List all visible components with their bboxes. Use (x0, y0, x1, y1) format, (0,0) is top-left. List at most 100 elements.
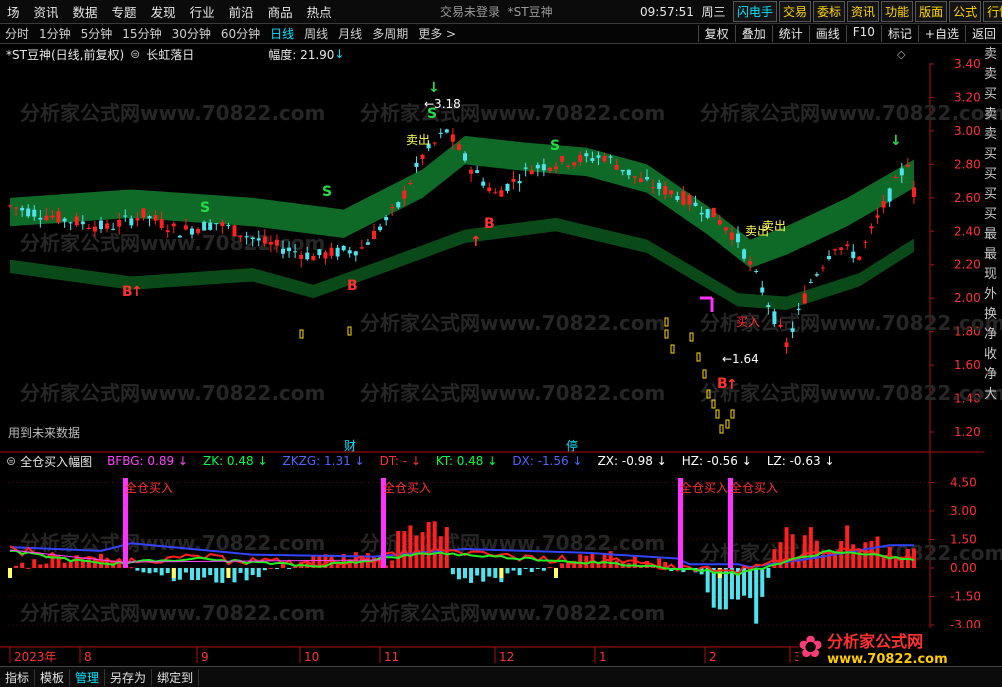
candle-body (456, 144, 461, 150)
sub-histogram-bar (220, 568, 225, 583)
candle-body (14, 207, 19, 209)
candle-body (481, 181, 486, 186)
candle-body (645, 177, 649, 180)
candle-body (499, 190, 504, 197)
tab-manage[interactable]: 管理 (70, 668, 106, 686)
candle-body (396, 202, 401, 208)
sub-histogram-bar (444, 527, 449, 568)
sub-histogram-bar (541, 568, 546, 571)
candle-body (287, 247, 292, 252)
site-logo: ✿ 分析家公式网 www.70822.com (798, 628, 998, 667)
sub-histogram-bar (147, 568, 152, 574)
candle-body (190, 228, 194, 235)
x-tick-label: 10 (304, 650, 319, 664)
sub-value-6: ZX: -0.98 ↓ (597, 454, 667, 468)
x-tick-label: 12 (499, 650, 514, 664)
candle-body (748, 261, 753, 265)
chart-title: *ST豆神(日线,前复权) (6, 47, 125, 62)
yellow-marker (664, 317, 669, 327)
candle-body (772, 311, 777, 325)
y-tick-label: 2.20 (954, 258, 981, 272)
candle-body (220, 222, 225, 227)
sub-histogram-bar (754, 568, 759, 624)
candle-body (863, 241, 868, 243)
sub-yellow-bar (554, 568, 558, 578)
tab-bind[interactable]: 绑定到 (152, 668, 200, 686)
candle-body (905, 164, 910, 167)
bottom-bar: 指标 模板 管理 另存为 绑定到 (0, 666, 1002, 687)
candle-body (869, 226, 874, 229)
candle-body (911, 187, 916, 198)
circle-chevron-icon[interactable]: ⊜ (6, 454, 16, 468)
kline-chart[interactable]: 3.403.203.002.802.602.402.202.001.801.60… (0, 0, 1002, 687)
candle-body (372, 231, 376, 240)
sub-value-0: BFBG: 0.89 ↓ (107, 454, 188, 468)
sell-label: 卖出 (762, 219, 786, 233)
yellow-marker (664, 329, 669, 339)
sub-histogram-bar (493, 568, 498, 578)
sub-histogram-bar (517, 568, 522, 576)
sub-histogram-bar (208, 568, 213, 576)
right-strip-char-15: 收 (984, 347, 998, 362)
candle-body (202, 221, 207, 231)
indicator-name[interactable]: 长虹落日 (146, 46, 194, 63)
candle-body (754, 271, 759, 273)
sub-value-5: DX: -1.56 ↓ (512, 454, 583, 468)
candle-body (353, 251, 358, 256)
y-tick-label: 2.80 (954, 157, 981, 171)
sub-histogram-bar (875, 536, 880, 568)
candle-body (196, 229, 201, 233)
signal-B: B (484, 216, 495, 232)
amplitude: 幅度: 21.90 (268, 47, 335, 62)
candle-body (651, 187, 656, 189)
candle-body (857, 256, 862, 260)
sub-yellow-bar (226, 568, 231, 578)
candle-body (256, 238, 261, 241)
candle-body (147, 216, 152, 219)
candle-body (438, 132, 443, 134)
candle-body (414, 162, 419, 167)
tab-save-as[interactable]: 另存为 (105, 668, 153, 686)
sub-histogram-bar (560, 563, 565, 568)
candle-body (244, 236, 249, 238)
sub-histogram-bar (511, 568, 516, 571)
sub-histogram-bar (456, 568, 461, 580)
yellow-marker (719, 424, 724, 434)
right-strip-char-0: 卖 (984, 47, 998, 62)
sub-indicator-name[interactable]: 全仓买入幅图 (20, 453, 92, 470)
candle-body (159, 218, 164, 228)
sub-histogram-bar (578, 554, 583, 568)
right-strip-char-6: 买 (984, 167, 998, 182)
signal-arrow: ↓ (890, 133, 902, 149)
candle-body (547, 167, 552, 171)
sub-histogram-bar (129, 567, 134, 569)
candle-body (699, 212, 704, 215)
candle-body (663, 186, 668, 195)
candle-body (845, 244, 850, 246)
candle-body (317, 249, 322, 256)
y-tick-label: 2.40 (954, 224, 981, 238)
sub-histogram-bar (535, 568, 540, 569)
circle-chevron-icon[interactable]: ⊜ (130, 47, 140, 61)
right-strip-char-1: 卖 (984, 67, 998, 82)
sub-histogram-bar (159, 568, 164, 576)
candle-body (20, 207, 25, 211)
candle-body (875, 215, 880, 218)
sub-histogram-bar (177, 568, 182, 580)
candle-body (887, 188, 892, 202)
candle-body (723, 227, 728, 231)
tab-template[interactable]: 模板 (35, 668, 71, 686)
candle-body (669, 190, 674, 195)
tab-indicator[interactable]: 指标 (0, 668, 36, 686)
sub-histogram-bar (287, 568, 292, 569)
candle-body (99, 220, 103, 230)
signal-arrow: ↑ (470, 234, 482, 250)
candle-body (402, 190, 407, 199)
sub-value-8: LZ: -0.63 ↓ (766, 454, 835, 468)
full-buy-label: 全仓买入 (730, 480, 778, 495)
candle-body (141, 208, 146, 218)
x-tick-label: 9 (201, 650, 209, 664)
sub-histogram-bar (153, 568, 158, 573)
candle-body (511, 178, 516, 182)
sub-histogram-bar (262, 568, 267, 571)
